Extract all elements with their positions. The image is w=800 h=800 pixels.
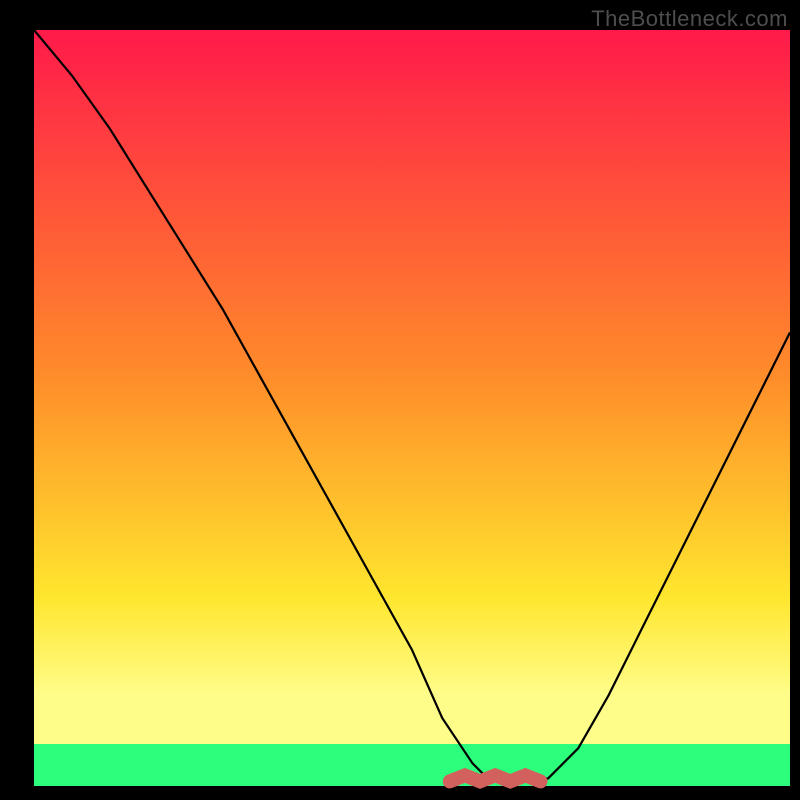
minimum-marker xyxy=(450,775,541,781)
chart-stage: TheBottleneck.com xyxy=(0,0,800,800)
gradient-background xyxy=(34,30,790,786)
green-band xyxy=(34,744,790,786)
bottleneck-chart xyxy=(0,0,800,800)
watermark-text: TheBottleneck.com xyxy=(591,6,788,32)
